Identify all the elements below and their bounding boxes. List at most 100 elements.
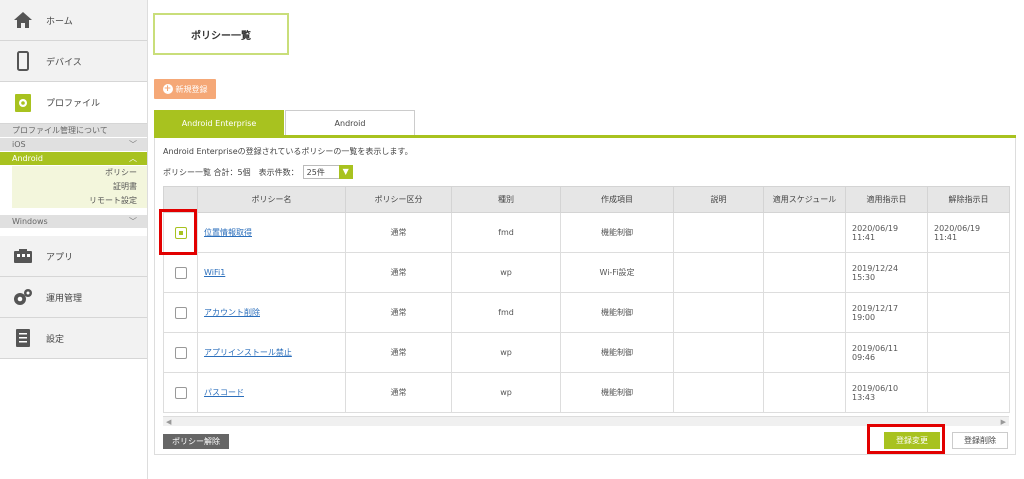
header-desc[interactable]: 説明 xyxy=(673,186,764,213)
cell-kubun: 通常 xyxy=(345,252,452,293)
cell-released xyxy=(927,292,1010,333)
policy-table: ポリシー名 ポリシー区分 種別 作成項目 説明 適用スケジュール 適用指示日 解… xyxy=(163,186,1010,413)
cell-schedule xyxy=(763,372,846,413)
home-icon xyxy=(12,9,34,31)
cell-schedule xyxy=(763,292,846,333)
sub-android-remote[interactable]: リモート設定 xyxy=(12,194,147,208)
highlight-register-change xyxy=(867,424,945,454)
sub-windows[interactable]: Windows ﹀ xyxy=(0,215,147,229)
cell-released xyxy=(927,372,1010,413)
sub-ios-label: iOS xyxy=(12,140,26,149)
cell-type: wp xyxy=(451,252,561,293)
cell-type: fmd xyxy=(451,292,561,333)
table-cell xyxy=(163,252,198,293)
count-label: ポリシー一覧 合計：5個 表示件数： xyxy=(163,167,299,177)
scroll-left-icon[interactable]: ◀ xyxy=(166,417,171,427)
cell-kubun: 通常 xyxy=(345,292,452,333)
nav-ops[interactable]: 運用管理 xyxy=(0,277,147,318)
cell-item: 機能制御 xyxy=(560,372,674,413)
row-checkbox[interactable] xyxy=(174,306,187,319)
register-delete-button[interactable]: 登録削除 xyxy=(952,432,1008,449)
cell-type: wp xyxy=(451,372,561,413)
cell-kubun: 通常 xyxy=(345,372,452,413)
cell-type: wp xyxy=(451,332,561,373)
table-row: 位置情報取得 通常 fmd 機能制御 2020/06/19 11:41 2020/06/1… xyxy=(163,212,1010,253)
plus-icon: + xyxy=(162,84,173,94)
header-released[interactable]: 解除指示日 xyxy=(927,186,1010,213)
cell-type: fmd xyxy=(451,212,561,253)
per-page-select[interactable]: 25件 ▼ xyxy=(302,165,353,179)
tab-android[interactable]: Android xyxy=(285,110,415,136)
cell-item: 機能制御 xyxy=(560,212,674,253)
policy-name-link[interactable]: アプリインストール禁止 xyxy=(204,348,292,357)
sidebar: ホーム デバイス プロファイル プロファイル管理について iOS ﹀ Androi… xyxy=(0,0,148,479)
nav-home[interactable]: ホーム xyxy=(0,0,147,41)
policy-name-link[interactable]: アカウント削除 xyxy=(204,308,260,317)
sub-android[interactable]: Android ︿ xyxy=(0,152,147,166)
header-item[interactable]: 作成項目 xyxy=(560,186,674,213)
new-register-label: 新規登録 xyxy=(175,84,208,94)
cell-schedule xyxy=(763,252,846,293)
header-policy-name[interactable]: ポリシー名 xyxy=(197,186,346,213)
cell-released xyxy=(927,252,1010,293)
cell-desc xyxy=(673,252,764,293)
policy-name-link[interactable]: WiFi1 xyxy=(204,268,225,277)
policy-name-link[interactable]: 位置情報取得 xyxy=(204,228,252,237)
nav-profile-label: プロファイル xyxy=(46,99,101,109)
nav-app[interactable]: アプリ xyxy=(0,236,147,277)
new-register-button[interactable]: + 新規登録 xyxy=(154,79,216,99)
nav-home-label: ホーム xyxy=(46,16,73,27)
nav-app-label: アプリ xyxy=(46,252,74,263)
nav-settings-label: 設定 xyxy=(46,334,65,345)
nav-device[interactable]: デバイス xyxy=(0,41,147,82)
table-cell: アプリインストール禁止 xyxy=(197,332,346,373)
cell-kubun: 通常 xyxy=(345,212,452,253)
table-row: WiFi1 通常 wp Wi-Fi設定 2019/12/24 15:30 xyxy=(163,252,1010,293)
nav-settings[interactable]: 設定 xyxy=(0,318,147,359)
cell-desc xyxy=(673,292,764,333)
table-cell xyxy=(163,332,198,373)
scroll-right-icon[interactable]: ▶ xyxy=(1001,417,1006,427)
cell-applied: 2020/06/19 11:41 xyxy=(845,212,928,253)
cell-item: 機能制御 xyxy=(560,332,674,373)
policy-panel: Android Enterpriseの登録されているポリシーの一覧を表示します。… xyxy=(154,138,1016,455)
sub-windows-label: Windows xyxy=(12,217,48,226)
app-icon xyxy=(12,245,34,267)
profile-gear-icon xyxy=(12,92,34,114)
sub-profile-about-label: プロファイル管理について xyxy=(12,126,108,135)
table-row: パスコード 通常 wp 機能制御 2019/06/10 13:43 xyxy=(163,372,1010,413)
row-checkbox[interactable] xyxy=(174,266,187,279)
cell-applied: 2019/12/24 15:30 xyxy=(845,252,928,293)
nav-profile[interactable]: プロファイル xyxy=(0,82,147,124)
cell-desc xyxy=(673,332,764,373)
cell-applied: 2019/12/17 19:00 xyxy=(845,292,928,333)
table-cell xyxy=(163,372,198,413)
row-checkbox[interactable] xyxy=(174,386,187,399)
policy-unregister-button[interactable]: ポリシー解除 xyxy=(163,434,229,449)
table-cell: WiFi1 xyxy=(197,252,346,293)
per-page-value: 25件 xyxy=(306,167,325,177)
table-row: アプリインストール禁止 通常 wp 機能制御 2019/06/11 09:46 xyxy=(163,332,1010,373)
sub-android-policy[interactable]: ポリシー xyxy=(12,166,147,180)
row-checkbox[interactable] xyxy=(174,346,187,359)
header-type[interactable]: 種別 xyxy=(451,186,561,213)
header-schedule[interactable]: 適用スケジュール xyxy=(763,186,846,213)
header-policy-kubun[interactable]: ポリシー区分 xyxy=(345,186,452,213)
nav-ops-label: 運用管理 xyxy=(46,293,83,304)
cell-applied: 2019/06/11 09:46 xyxy=(845,332,928,373)
sub-ios[interactable]: iOS ﹀ xyxy=(0,138,147,152)
tab-android-enterprise[interactable]: Android Enterprise xyxy=(154,110,284,136)
nav-device-label: デバイス xyxy=(46,57,82,68)
policy-name-link[interactable]: パスコード xyxy=(204,388,244,397)
count-row: ポリシー一覧 合計：5個 表示件数： 25件 ▼ xyxy=(163,165,353,179)
cell-kubun: 通常 xyxy=(345,332,452,373)
cell-applied: 2019/06/10 13:43 xyxy=(845,372,928,413)
table-cell: パスコード xyxy=(197,372,346,413)
spacer xyxy=(0,208,147,215)
sub-profile-about[interactable]: プロファイル管理について xyxy=(0,124,147,138)
spacer xyxy=(0,229,147,236)
chevron-down-icon: ﹀ xyxy=(129,140,137,149)
cell-released xyxy=(927,332,1010,373)
sub-android-cert[interactable]: 証明書 xyxy=(12,180,147,194)
header-applied[interactable]: 適用指示日 xyxy=(845,186,928,213)
